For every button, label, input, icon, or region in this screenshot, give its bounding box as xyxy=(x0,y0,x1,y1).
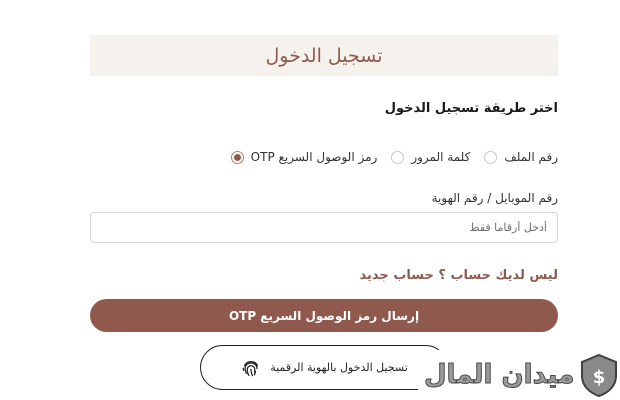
radio-option-otp[interactable]: رمز الوصول السريع OTP xyxy=(230,150,378,164)
digital-id-login-button[interactable]: تسجيل الدخول بالهوية الرقمية xyxy=(200,345,448,390)
watermark-text: ميدان المال xyxy=(423,360,575,391)
svg-text:$: $ xyxy=(593,367,606,388)
id-field-label: رقم الموبايل / رقم الهوية xyxy=(431,191,558,205)
watermark: ميدان المال $ xyxy=(418,350,620,400)
digital-id-label: تسجيل الدخول بالهوية الرقمية xyxy=(270,361,408,374)
page-title: تسجيل الدخول xyxy=(265,44,383,67)
radio-file-number[interactable] xyxy=(484,150,498,164)
page-header: تسجيل الدخول xyxy=(90,35,558,76)
id-input[interactable] xyxy=(90,212,558,243)
shield-dollar-icon: $ xyxy=(578,352,620,398)
radio-label-otp: رمز الوصول السريع OTP xyxy=(250,150,378,164)
send-otp-button[interactable]: إرسال رمز الوصول السريع OTP xyxy=(90,299,558,332)
fingerprint-icon xyxy=(240,357,262,379)
new-account-link[interactable]: ليس لديك حساب ؟ حساب جديد xyxy=(360,268,558,283)
radio-password[interactable] xyxy=(391,150,405,164)
radio-option-password[interactable]: كلمة المرور xyxy=(391,150,470,164)
login-method-title: اختر طريقة تسجيل الدخول xyxy=(384,101,558,116)
login-method-options: رمز الوصول السريع OTP كلمة المرور رقم ال… xyxy=(230,150,558,164)
radio-label-password: كلمة المرور xyxy=(411,150,471,164)
radio-label-file-number: رقم الملف xyxy=(504,150,558,164)
radio-option-file-number[interactable]: رقم الملف xyxy=(484,150,558,164)
radio-otp[interactable] xyxy=(230,150,244,164)
